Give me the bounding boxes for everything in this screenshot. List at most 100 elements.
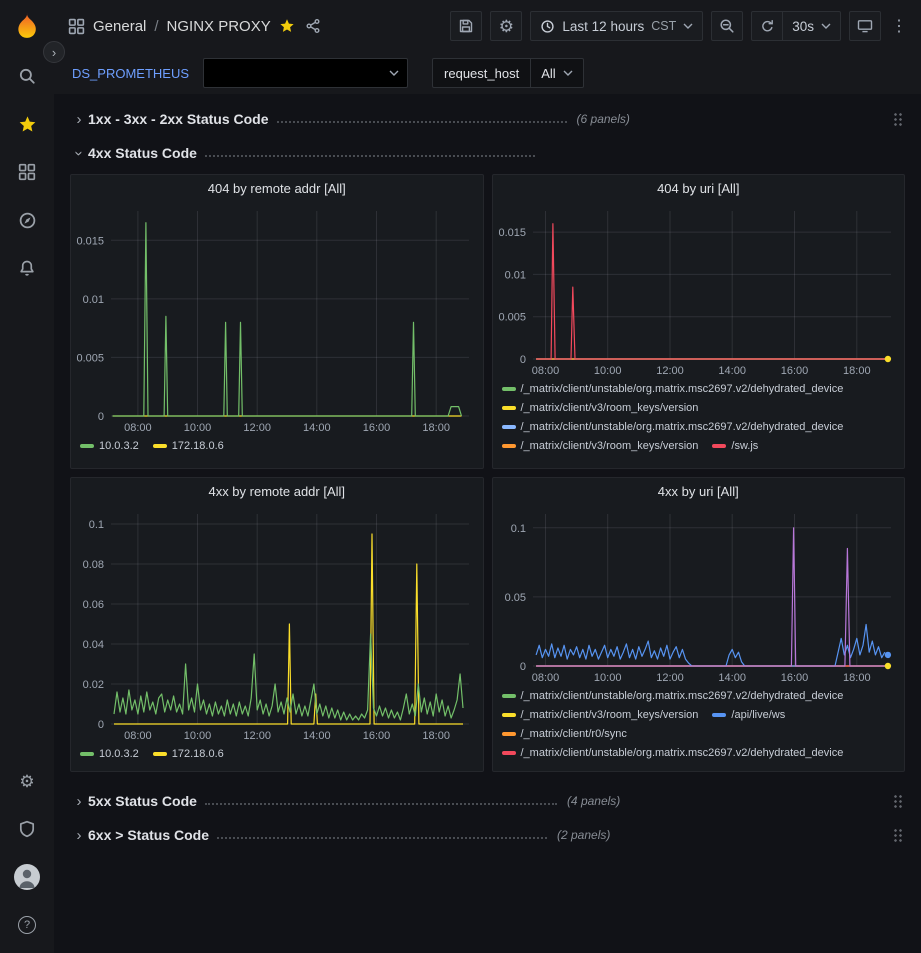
favorite-star-icon[interactable] <box>279 18 295 34</box>
legend-item[interactable]: /_matrix/client/unstable/org.matrix.msc2… <box>502 746 844 760</box>
row-header-4xx[interactable]: › 4xx Status Code <box>70 136 905 170</box>
row-panel-count: (4 panels) <box>567 794 620 808</box>
dashboards-grid-icon[interactable] <box>0 148 54 196</box>
refresh-button[interactable] <box>751 11 783 41</box>
timezone-label: CST <box>651 19 676 33</box>
series-color-marker <box>502 406 516 410</box>
sidebar-nav <box>0 52 54 292</box>
panel-title[interactable]: 4xx by remote addr [All] <box>71 478 483 504</box>
dotted-leader <box>205 803 557 805</box>
panel-title[interactable]: 404 by uri [All] <box>493 175 905 201</box>
refresh-control: 30s <box>751 11 841 41</box>
request-host-dropdown[interactable]: All <box>531 58 583 88</box>
time-series-chart[interactable]: 08:0010:0012:0014:0016:0018:0000.050.1 <box>493 504 905 686</box>
legend-item[interactable]: 172.18.0.6 <box>153 439 224 453</box>
sidebar: ⚙ ? <box>0 0 54 953</box>
svg-text:12:00: 12:00 <box>656 672 684 684</box>
legend-item[interactable]: 172.18.0.6 <box>153 747 224 761</box>
series-label: /_matrix/client/unstable/org.matrix.msc2… <box>521 746 844 760</box>
svg-text:0.1: 0.1 <box>510 523 525 535</box>
svg-text:0.05: 0.05 <box>504 592 525 604</box>
datasource-variable-label[interactable]: DS_PROMETHEUS <box>68 66 193 81</box>
panel-grid: 404 by remote addr [All] 08:0010:0012:00… <box>70 174 905 772</box>
row-drag-handle-icon[interactable] <box>893 112 903 126</box>
panel-title[interactable]: 4xx by uri [All] <box>493 478 905 504</box>
svg-text:08:00: 08:00 <box>124 730 152 742</box>
breadcrumb-folder[interactable]: General <box>93 18 146 35</box>
chart-canvas[interactable]: 08:0010:0012:0014:0016:0018:0000.0050.01… <box>71 201 483 436</box>
time-range-label: Last 12 hours <box>562 19 644 34</box>
svg-text:0.04: 0.04 <box>83 639 104 651</box>
legend-item[interactable]: 10.0.3.2 <box>80 439 139 453</box>
svg-text:0.1: 0.1 <box>89 519 104 531</box>
series-label: /api/live/ws <box>731 708 785 722</box>
avatar-circle <box>14 864 40 890</box>
breadcrumb: General / NGINX PROXY <box>68 18 321 35</box>
server-admin-shield-icon[interactable] <box>0 805 54 853</box>
row-header-5xx[interactable]: › 5xx Status Code (4 panels) <box>70 784 905 818</box>
svg-text:0: 0 <box>98 411 104 423</box>
time-series-chart[interactable]: 08:0010:0012:0014:0016:0018:0000.0050.01… <box>493 201 905 379</box>
svg-text:0.08: 0.08 <box>83 559 104 571</box>
chart-canvas[interactable]: 08:0010:0012:0014:0016:0018:0000.0050.01… <box>493 201 905 379</box>
legend-item[interactable]: /_matrix/client/v3/room_keys/version <box>502 708 699 722</box>
settings-gear-icon[interactable]: ⚙ <box>0 757 54 805</box>
zoom-out-button[interactable] <box>711 11 743 41</box>
share-icon[interactable] <box>305 18 321 34</box>
row-header-6xx[interactable]: › 6xx > Status Code (2 panels) <box>70 818 905 852</box>
row-drag-handle-icon[interactable] <box>893 794 903 808</box>
time-series-chart[interactable]: 08:0010:0012:0014:0016:0018:0000.020.040… <box>71 504 483 744</box>
datasource-value-dropdown[interactable] <box>203 58 408 88</box>
row-header-1xx-3xx-2xx[interactable]: › 1xx - 3xx - 2xx Status Code (6 panels) <box>70 102 905 136</box>
legend-item[interactable]: 10.0.3.2 <box>80 747 139 761</box>
kebab-menu-icon[interactable]: ⋮ <box>889 11 909 41</box>
legend-item[interactable]: /_matrix/client/v3/room_keys/version <box>502 439 699 453</box>
starred-dashboards-icon[interactable] <box>0 100 54 148</box>
panel-legend: /_matrix/client/unstable/org.matrix.msc2… <box>493 686 905 764</box>
sidebar-expand-toggle[interactable]: › <box>43 41 65 63</box>
series-color-marker <box>80 752 94 756</box>
time-series-chart[interactable]: 08:0010:0012:0014:0016:0018:0000.0050.01… <box>71 201 483 436</box>
legend-item[interactable]: /_matrix/client/unstable/org.matrix.msc2… <box>502 382 844 396</box>
svg-text:16:00: 16:00 <box>363 422 391 434</box>
svg-text:14:00: 14:00 <box>718 672 746 684</box>
refresh-interval-dropdown[interactable]: 30s <box>783 11 841 41</box>
gear-icon: ⚙ <box>499 18 514 35</box>
chevron-down-icon <box>389 70 399 76</box>
refresh-icon <box>760 19 775 34</box>
user-avatar[interactable] <box>0 853 54 901</box>
help-icon[interactable]: ? <box>0 901 54 949</box>
grafana-app: ⚙ ? › General / NGINX PROXY <box>0 0 921 953</box>
legend-item[interactable]: /_matrix/client/unstable/org.matrix.msc2… <box>502 420 844 434</box>
alerting-bell-icon[interactable] <box>0 244 54 292</box>
dashboard-apps-icon <box>68 18 85 35</box>
chart-canvas[interactable]: 08:0010:0012:0014:0016:0018:0000.050.1 <box>493 504 905 686</box>
series-label: /_matrix/client/v3/room_keys/version <box>521 708 699 722</box>
svg-text:0.06: 0.06 <box>83 599 104 611</box>
panel-404-by-remote-addr: 404 by remote addr [All] 08:0010:0012:00… <box>70 174 484 469</box>
chevron-right-icon: › <box>70 794 88 809</box>
legend-item[interactable]: /sw.js <box>712 439 758 453</box>
panel-legend: /_matrix/client/unstable/org.matrix.msc2… <box>493 379 905 457</box>
dashboard-settings-button[interactable]: ⚙ <box>490 11 522 41</box>
legend-item[interactable]: /_matrix/client/unstable/org.matrix.msc2… <box>502 689 844 703</box>
tv-mode-button[interactable] <box>849 11 881 41</box>
panel-title[interactable]: 404 by remote addr [All] <box>71 175 483 201</box>
legend-item[interactable]: /api/live/ws <box>712 708 785 722</box>
svg-text:14:00: 14:00 <box>718 365 746 377</box>
legend-item[interactable]: /_matrix/client/v3/room_keys/version <box>502 401 699 415</box>
svg-text:08:00: 08:00 <box>124 422 152 434</box>
explore-compass-icon[interactable] <box>0 196 54 244</box>
dashboard-title[interactable]: NGINX PROXY <box>167 18 271 35</box>
chart-canvas[interactable]: 08:0010:0012:0014:0016:0018:0000.020.040… <box>71 504 483 744</box>
svg-text:16:00: 16:00 <box>780 672 808 684</box>
top-navbar: General / NGINX PROXY ⚙ Last 12 hours <box>54 0 921 52</box>
row-drag-handle-icon[interactable] <box>893 828 903 842</box>
svg-text:10:00: 10:00 <box>593 365 621 377</box>
legend-item[interactable]: /_matrix/client/r0/sync <box>502 727 627 741</box>
save-dashboard-button[interactable] <box>450 11 482 41</box>
person-icon <box>14 864 40 890</box>
panel-legend: 10.0.3.2 172.18.0.6 <box>71 744 483 765</box>
breadcrumb-separator: / <box>154 18 158 35</box>
time-range-picker[interactable]: Last 12 hours CST <box>530 11 703 41</box>
